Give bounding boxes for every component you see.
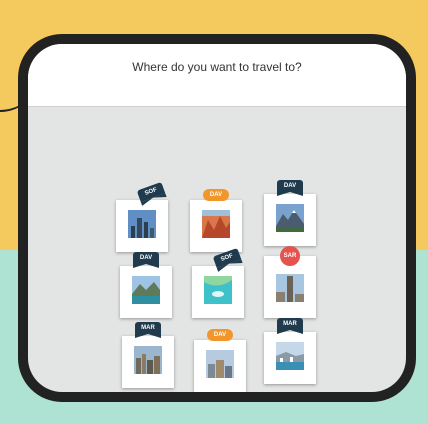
- destination-tag: DAV: [133, 252, 159, 268]
- city-aerial-photo: [134, 346, 162, 374]
- destination-tag: MAR: [277, 318, 303, 334]
- city-buildings-photo: [206, 350, 234, 378]
- destination-tag: DAV: [277, 180, 303, 196]
- destination-card[interactable]: MAR: [264, 318, 316, 384]
- destination-grid: SOF DAV DAV DAV SOF SAR MAR DAV MAR: [28, 106, 406, 392]
- tower-square-photo: [276, 274, 304, 302]
- destination-card[interactable]: DAV: [120, 252, 172, 318]
- destination-card[interactable]: DAV: [194, 329, 246, 392]
- destination-card[interactable]: DAV: [264, 180, 316, 246]
- destination-card[interactable]: MAR: [122, 322, 174, 388]
- destination-card[interactable]: SOF: [116, 181, 168, 252]
- header: Where do you want to travel to?: [28, 44, 406, 107]
- destination-tag: DAV: [207, 329, 233, 341]
- app-screen: Where do you want to travel to? SOF DAV …: [28, 44, 406, 392]
- destination-tag: MAR: [135, 322, 161, 338]
- destination-tag: SOF: [136, 181, 166, 203]
- page-title: Where do you want to travel to?: [132, 60, 302, 74]
- destination-card[interactable]: SOF: [192, 247, 244, 318]
- destination-card[interactable]: SAR: [264, 246, 316, 318]
- destination-card[interactable]: DAV: [190, 189, 242, 252]
- destination-tag: SAR: [280, 246, 300, 266]
- destination-tag: DAV: [203, 189, 229, 201]
- coastal-city-photo: [276, 342, 304, 370]
- snowy-mountains-photo: [276, 204, 304, 232]
- turquoise-water-photo: [204, 276, 232, 304]
- city-skyline-photo: [128, 210, 156, 238]
- lake-mountain-photo: [132, 276, 160, 304]
- red-canyon-photo: [202, 210, 230, 238]
- device-frame: Where do you want to travel to? SOF DAV …: [18, 34, 416, 402]
